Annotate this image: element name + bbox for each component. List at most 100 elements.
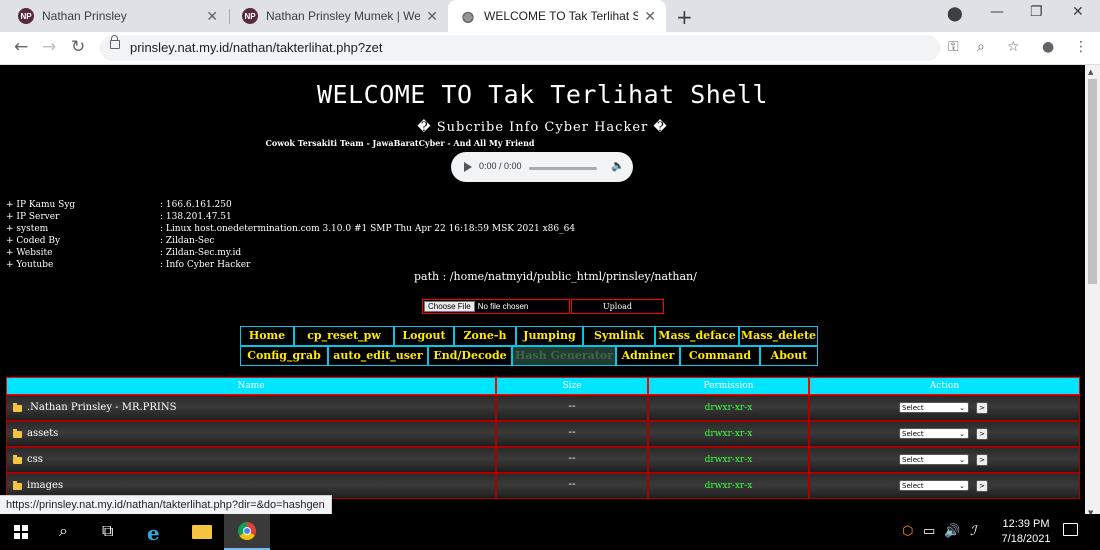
go-button[interactable]: >: [976, 480, 988, 492]
close-icon[interactable]: ✕: [426, 8, 438, 25]
chrome-taskbar-button[interactable]: [224, 514, 270, 550]
key-icon[interactable]: ⚿: [948, 39, 959, 55]
link-status-bubble: https://prinsley.nat.my.id/nathan/takter…: [0, 495, 332, 516]
restore-icon[interactable]: ❐: [1030, 4, 1043, 20]
search-icon[interactable]: ⌕: [59, 521, 68, 541]
pen-ink-icon[interactable]: ℐ: [970, 524, 976, 539]
folder-link[interactable]: images: [27, 480, 63, 491]
go-button[interactable]: >: [976, 428, 988, 440]
go-button[interactable]: >: [976, 454, 988, 466]
menu-mass-deface[interactable]: Mass_deface: [655, 326, 739, 346]
menu-kebab-icon[interactable]: ⋮: [1074, 39, 1088, 55]
table-row: .Nathan Prinsley - MR.PRINS -- drwxr-xr-…: [6, 395, 1080, 421]
tool-menu: Home cp_reset_pw Logout Zone-h Jumping S…: [240, 326, 818, 366]
audio-progress-track[interactable]: [529, 167, 597, 170]
menu-row-2: Config_grab auto_edit_user End/Decode Ha…: [240, 346, 818, 366]
header-size: Size: [496, 377, 648, 395]
menu-symlink[interactable]: Symlink: [583, 326, 655, 346]
menu-auto-edit-user[interactable]: auto_edit_user: [328, 346, 428, 366]
zoom-icon[interactable]: ⌕: [977, 39, 985, 55]
action-select[interactable]: Select ⌄: [899, 480, 969, 491]
back-icon[interactable]: ←: [14, 37, 28, 57]
page-scrollbar[interactable]: ▲ ▼: [1085, 65, 1100, 520]
play-icon[interactable]: [464, 162, 472, 172]
window-close-icon[interactable]: ✕: [1072, 4, 1084, 20]
menu-command[interactable]: Command: [680, 346, 760, 366]
tab-title: WELCOME TO Tak Terlihat Shell: [484, 9, 639, 23]
clock-time: 12:39 PM: [1002, 518, 1050, 530]
scrollbar-thumb[interactable]: [1088, 79, 1097, 284]
star-icon[interactable]: ☆: [1007, 39, 1020, 55]
chevron-down-icon: ⌄: [959, 482, 965, 490]
tab-nathan-prinsley-mumek[interactable]: NP Nathan Prinsley Mumek | Website ✕: [230, 0, 448, 32]
action-cell: Select ⌄ >: [809, 447, 1080, 473]
menu-end-decode[interactable]: End/Decode: [428, 346, 512, 366]
audio-player[interactable]: 0:00 / 0:00 🔈: [451, 152, 633, 182]
choose-file-button[interactable]: Choose File: [424, 301, 475, 312]
tray-app-icon[interactable]: ⬡: [902, 524, 913, 539]
upload-button[interactable]: Upload: [571, 299, 664, 314]
size-cell: --: [496, 447, 648, 473]
chevron-down-icon: ⌄: [959, 430, 965, 438]
windows-start-icon[interactable]: [14, 525, 28, 539]
table-row: css -- drwxr-xr-x Select ⌄ >: [6, 447, 1080, 473]
size-cell: --: [496, 473, 648, 499]
new-tab-icon[interactable]: +: [676, 5, 693, 29]
system-clock[interactable]: 12:39 PM 7/18/2021: [996, 517, 1056, 547]
url-text[interactable]: prinsley.nat.my.id/nathan/takterlihat.ph…: [130, 40, 382, 55]
action-select[interactable]: Select ⌄: [899, 402, 969, 413]
info-row: + IP Server: 138.201.47.51: [6, 212, 232, 222]
windows-taskbar: ⌕ ⧉ e ⬡ ▭ 🔊 ℐ 12:39 PM 7/18/2021: [0, 514, 1100, 550]
menu-jumping[interactable]: Jumping: [516, 326, 583, 346]
folder-link[interactable]: .Nathan Prinsley - MR.PRINS: [27, 402, 176, 413]
name-cell: css: [6, 447, 496, 473]
tab-nathan-prinsley[interactable]: NP Nathan Prinsley ✕: [6, 0, 228, 32]
close-icon[interactable]: ✕: [644, 8, 656, 25]
go-button[interactable]: >: [976, 402, 988, 414]
no-file-label: No file chosen: [477, 302, 529, 311]
perm-cell: drwxr-xr-x: [648, 447, 809, 473]
notification-icon[interactable]: [1063, 523, 1078, 536]
np-favicon-icon: NP: [18, 8, 34, 24]
internet-explorer-icon[interactable]: e: [147, 521, 160, 545]
profile-icon[interactable]: ●: [1042, 39, 1054, 55]
name-cell: .Nathan Prinsley - MR.PRINS: [6, 395, 496, 421]
address-bar[interactable]: prinsley.nat.my.id/nathan/takterlihat.ph…: [100, 35, 940, 61]
menu-about[interactable]: About: [760, 346, 818, 366]
volume-icon[interactable]: 🔈: [611, 159, 625, 172]
menu-mass-delete[interactable]: Mass_delete: [739, 326, 818, 346]
tab-search-icon[interactable]: ⬤: [947, 6, 963, 22]
name-cell: assets: [6, 421, 496, 447]
volume-tray-icon[interactable]: 🔊: [944, 524, 960, 539]
file-explorer-icon[interactable]: [192, 525, 212, 539]
file-input[interactable]: Choose File No file chosen: [422, 299, 570, 314]
size-cell: --: [496, 395, 648, 421]
folder-link[interactable]: css: [27, 454, 43, 465]
menu-cp-reset-pw[interactable]: cp_reset_pw: [294, 326, 394, 346]
scroll-up-icon[interactable]: ▲: [1088, 68, 1093, 76]
lock-icon[interactable]: [110, 35, 120, 49]
menu-home[interactable]: Home: [240, 326, 294, 346]
tab-title: Nathan Prinsley: [42, 9, 127, 23]
tab-welcome-shell[interactable]: ◍ WELCOME TO Tak Terlihat Shell ✕: [448, 0, 666, 32]
chevron-down-icon: ⌄: [959, 456, 965, 464]
tab-title: Nathan Prinsley Mumek | Website: [266, 9, 421, 23]
perm-cell: drwxr-xr-x: [648, 395, 809, 421]
close-icon[interactable]: ✕: [206, 8, 218, 25]
globe-icon: ◍: [461, 7, 475, 24]
reload-icon[interactable]: ↻: [71, 37, 85, 57]
perm-cell: drwxr-xr-x: [648, 473, 809, 499]
menu-zone-h[interactable]: Zone-h: [454, 326, 516, 346]
menu-hash-generator[interactable]: Hash Generator: [512, 346, 616, 366]
forward-icon[interactable]: →: [42, 37, 56, 57]
menu-logout[interactable]: Logout: [394, 326, 454, 346]
minimize-icon[interactable]: —: [990, 4, 1004, 20]
menu-adminer[interactable]: Adminer: [616, 346, 680, 366]
network-icon[interactable]: ▭: [923, 524, 935, 539]
action-select[interactable]: Select ⌄: [899, 454, 969, 465]
page-subtitle: � Subcribe Info Cyber Hacker �: [417, 120, 668, 135]
task-view-icon[interactable]: ⧉: [102, 521, 113, 541]
folder-link[interactable]: assets: [27, 428, 58, 439]
action-select[interactable]: Select ⌄: [899, 428, 969, 439]
menu-config-grab[interactable]: Config_grab: [240, 346, 328, 366]
